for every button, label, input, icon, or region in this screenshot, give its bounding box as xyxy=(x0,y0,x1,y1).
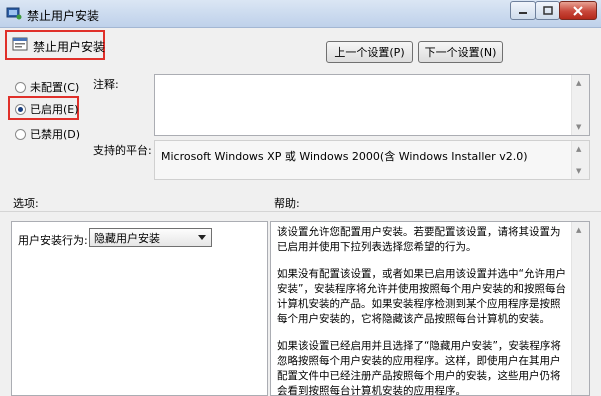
radio-circle-selected xyxy=(15,103,26,115)
help-paragraph: 该设置允许您配置用户安装。若要配置该设置，请将其设置为已启用并使用下拉列表选择您… xyxy=(277,226,561,253)
comment-label: 注释: xyxy=(93,78,119,91)
platform-text: Microsoft Windows XP 或 Windows 2000(含 Wi… xyxy=(161,150,528,163)
scroll-down-icon[interactable]: ▼ xyxy=(576,123,581,131)
radio-disabled[interactable]: 已禁用(D) xyxy=(15,126,80,142)
close-button[interactable] xyxy=(559,1,597,20)
options-heading: 选项: xyxy=(13,197,39,210)
maximize-button[interactable] xyxy=(535,1,560,20)
close-icon xyxy=(573,5,583,16)
radio-circle xyxy=(15,81,26,93)
window-title: 禁止用户安装 xyxy=(27,9,100,23)
minimize-icon xyxy=(519,11,527,14)
radio-label: 已启用(E) xyxy=(30,103,79,116)
group-policy-app-icon xyxy=(6,7,22,20)
help-scrollbar[interactable]: ▲ xyxy=(571,222,589,395)
radio-not-configured[interactable]: 未配置(C) xyxy=(15,79,79,95)
behavior-label: 用户安装行为: xyxy=(18,234,88,247)
behavior-selected-value: 隐藏用户安装 xyxy=(94,231,160,245)
chevron-down-icon xyxy=(198,235,206,240)
maximize-icon xyxy=(542,6,553,15)
scroll-up-icon[interactable]: ▲ xyxy=(576,226,581,234)
behavior-dropdown[interactable]: 隐藏用户安装 xyxy=(89,228,212,247)
scroll-down-icon[interactable]: ▼ xyxy=(576,167,581,175)
platform-label: 支持的平台: xyxy=(93,144,152,157)
scroll-up-icon[interactable]: ▲ xyxy=(576,145,581,153)
comment-textarea[interactable]: ▲ ▼ xyxy=(154,74,590,136)
policy-name: 禁止用户安装 xyxy=(33,40,106,54)
help-text: 该设置允许您配置用户安装。若要配置该设置，请将其设置为已启用并使用下拉列表选择您… xyxy=(277,225,569,396)
scroll-up-icon[interactable]: ▲ xyxy=(576,79,581,87)
options-panel: 用户安装行为: 隐藏用户安装 xyxy=(11,221,268,396)
radio-circle xyxy=(15,128,26,140)
help-paragraph: 如果该设置已经启用并且选择了“隐藏用户安装”，安装程序将忽略按照每个用户安装的应… xyxy=(277,340,561,396)
comment-scrollbar[interactable]: ▲ ▼ xyxy=(571,75,589,135)
help-paragraph: 如果没有配置该设置，或者如果已启用该设置并选中“允许用户安装”，安装程序将允许并… xyxy=(277,268,566,325)
next-setting-button[interactable]: 下一个设置(N) xyxy=(418,41,503,63)
policy-setting-icon xyxy=(12,37,28,51)
help-heading: 帮助: xyxy=(274,197,300,210)
section-divider xyxy=(0,211,601,212)
radio-enabled[interactable]: 已启用(E) xyxy=(15,101,79,117)
minimize-button[interactable] xyxy=(510,1,536,20)
platform-box: Microsoft Windows XP 或 Windows 2000(含 Wi… xyxy=(154,140,590,180)
previous-setting-button[interactable]: 上一个设置(P) xyxy=(326,41,413,63)
radio-label: 未配置(C) xyxy=(30,81,80,94)
help-panel: 该设置允许您配置用户安装。若要配置该设置，请将其设置为已启用并使用下拉列表选择您… xyxy=(270,221,590,396)
platform-scrollbar[interactable]: ▲ ▼ xyxy=(571,141,589,179)
radio-label: 已禁用(D) xyxy=(30,128,81,141)
